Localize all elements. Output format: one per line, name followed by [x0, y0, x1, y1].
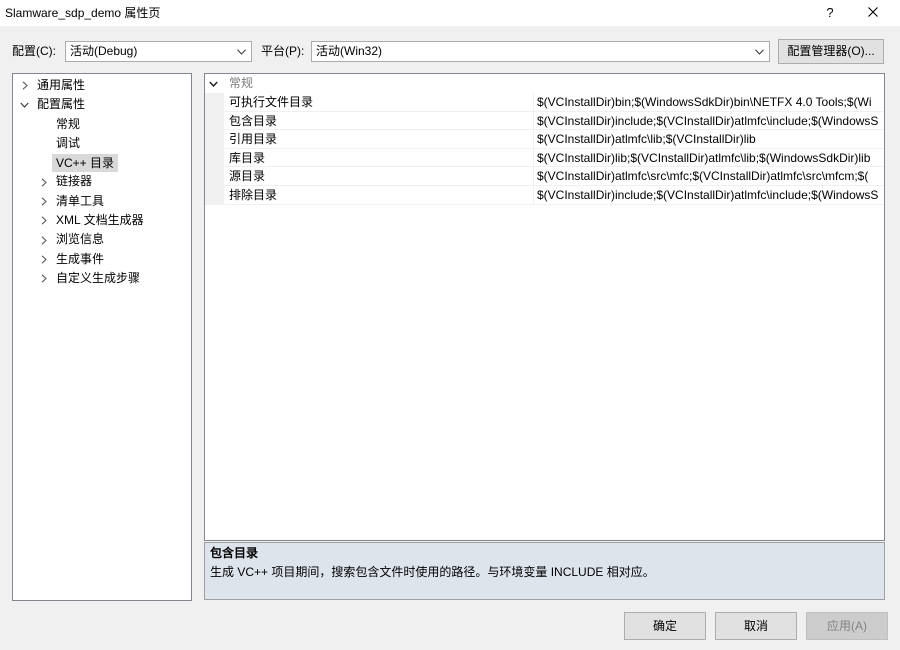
tree-item-common-properties[interactable]: 通用属性: [13, 76, 191, 95]
column-divider[interactable]: [533, 111, 534, 131]
category-row-general[interactable]: 常规: [205, 74, 884, 93]
platform-dropdown-value: 活动(Win32): [316, 44, 383, 58]
tree-item-debugging[interactable]: 调试: [13, 134, 191, 153]
row-gutter: [205, 167, 224, 186]
row-gutter: [205, 130, 224, 149]
chevron-down-icon[interactable]: [209, 74, 218, 93]
row-gutter: [205, 186, 224, 205]
tree-item-label: 自定义生成步骤: [56, 270, 141, 285]
property-name: 排除目录: [229, 188, 278, 202]
tree-item-linker[interactable]: 链接器: [13, 172, 191, 191]
chevron-right-icon[interactable]: [39, 250, 48, 269]
property-value[interactable]: $(VCInstallDir)include;$(VCInstallDir)at…: [537, 186, 884, 205]
chevron-right-icon[interactable]: [39, 211, 48, 230]
row-gutter: [205, 148, 224, 168]
tree-item-label: 配置属性: [37, 97, 86, 112]
tree-item-label-selected: VC++ 目录: [52, 154, 119, 173]
chevron-right-icon[interactable]: [39, 230, 48, 249]
tree-item-label: 链接器: [56, 174, 93, 189]
close-button[interactable]: [856, 0, 890, 26]
window-title: Slamware_sdp_demo 属性页: [5, 6, 161, 20]
tree-item-label: 生成事件: [56, 251, 105, 266]
tree-item-xml-doc-generator[interactable]: XML 文档生成器: [13, 211, 191, 230]
column-divider[interactable]: [533, 93, 534, 112]
configuration-dropdown[interactable]: 活动(Debug): [65, 41, 252, 62]
ok-button[interactable]: 确定: [624, 612, 706, 640]
tree-item-vc-directories[interactable]: VC++ 目录: [13, 153, 191, 173]
property-value[interactable]: $(VCInstallDir)include;$(VCInstallDir)at…: [537, 112, 884, 131]
configuration-manager-button[interactable]: 配置管理器(O)...: [778, 39, 884, 64]
help-button[interactable]: ?: [817, 0, 843, 26]
chevron-right-icon[interactable]: [39, 192, 48, 211]
property-row[interactable]: 源目录 $(VCInstallDir)atlmfc\src\mfc;$(VCIn…: [205, 167, 884, 186]
column-divider[interactable]: [533, 167, 534, 186]
description-title: 包含目录: [210, 546, 259, 560]
row-gutter: [205, 93, 224, 112]
column-divider[interactable]: [533, 130, 534, 149]
property-row[interactable]: 排除目录 $(VCInstallDir)include;$(VCInstallD…: [205, 186, 884, 205]
apply-button[interactable]: 应用(A): [806, 612, 888, 640]
cancel-button[interactable]: 取消: [715, 612, 797, 640]
tree-item-browse-information[interactable]: 浏览信息: [13, 230, 191, 249]
row-gutter: [205, 111, 224, 131]
property-name: 源目录: [229, 169, 266, 184]
property-row[interactable]: 库目录 $(VCInstallDir)lib;$(VCInstallDir)at…: [205, 148, 884, 168]
tree-item-general[interactable]: 常规: [13, 115, 191, 134]
configuration-dropdown-value: 活动(Debug): [70, 44, 138, 58]
chevron-right-icon[interactable]: [20, 76, 29, 95]
property-name: 可执行文件目录: [229, 95, 314, 109]
chevron-down-icon: [754, 42, 764, 61]
tree-item-label: 通用属性: [37, 78, 86, 92]
property-name: 库目录: [229, 150, 266, 165]
close-icon: [868, 6, 878, 20]
tree-item-label: 浏览信息: [56, 232, 105, 247]
property-row[interactable]: 包含目录 $(VCInstallDir)include;$(VCInstallD…: [205, 111, 884, 131]
column-divider[interactable]: [533, 186, 534, 205]
description-text: 生成 VC++ 项目期间，搜索包含文件时使用的路径。与环境变量 INCLUDE …: [210, 565, 655, 579]
category-label: 常规: [229, 76, 254, 90]
property-row[interactable]: 引用目录 $(VCInstallDir)atlmfc\lib;$(VCInsta…: [205, 130, 884, 149]
property-row[interactable]: 可执行文件目录 $(VCInstallDir)bin;$(WindowsSdkD…: [205, 93, 884, 112]
tree-item-configuration-properties[interactable]: 配置属性: [13, 95, 191, 114]
description-panel: 包含目录 生成 VC++ 项目期间，搜索包含文件时使用的路径。与环境变量 INC…: [204, 542, 885, 600]
property-value[interactable]: $(VCInstallDir)lib;$(VCInstallDir)atlmfc…: [537, 149, 884, 168]
property-name: 包含目录: [229, 113, 278, 128]
property-name: 引用目录: [229, 132, 278, 147]
chevron-right-icon[interactable]: [39, 269, 48, 288]
platform-dropdown[interactable]: 活动(Win32): [311, 41, 770, 62]
column-divider[interactable]: [533, 148, 534, 168]
property-grid[interactable]: 常规 可执行文件目录 $(VCInstallDir)bin;$(WindowsS…: [204, 73, 885, 541]
tree-item-custom-build-step[interactable]: 自定义生成步骤: [13, 269, 191, 288]
tree-item-label: XML 文档生成器: [56, 213, 144, 228]
tree-item-label: 调试: [56, 135, 81, 150]
tree-item-label: 常规: [56, 116, 81, 131]
configuration-label: 配置(C):: [12, 44, 56, 58]
tree-item-build-events[interactable]: 生成事件: [13, 250, 191, 269]
chevron-down-icon: [236, 42, 246, 61]
property-value[interactable]: $(VCInstallDir)atlmfc\lib;$(VCInstallDir…: [537, 130, 884, 149]
chevron-right-icon[interactable]: [39, 172, 48, 191]
platform-label: 平台(P):: [261, 44, 305, 58]
tree-item-manifest-tool[interactable]: 清单工具: [13, 192, 191, 211]
tree-item-label: 清单工具: [56, 193, 105, 208]
chevron-down-icon[interactable]: [20, 95, 29, 114]
property-tree[interactable]: 通用属性 配置属性 常规 调试 VC++ 目录 链接器 清单工具 XML 文档生…: [12, 73, 192, 601]
property-value[interactable]: $(VCInstallDir)bin;$(WindowsSdkDir)bin\N…: [537, 93, 884, 112]
property-value[interactable]: $(VCInstallDir)atlmfc\src\mfc;$(VCInstal…: [537, 167, 884, 186]
title-bar: Slamware_sdp_demo 属性页 ?: [0, 0, 900, 26]
